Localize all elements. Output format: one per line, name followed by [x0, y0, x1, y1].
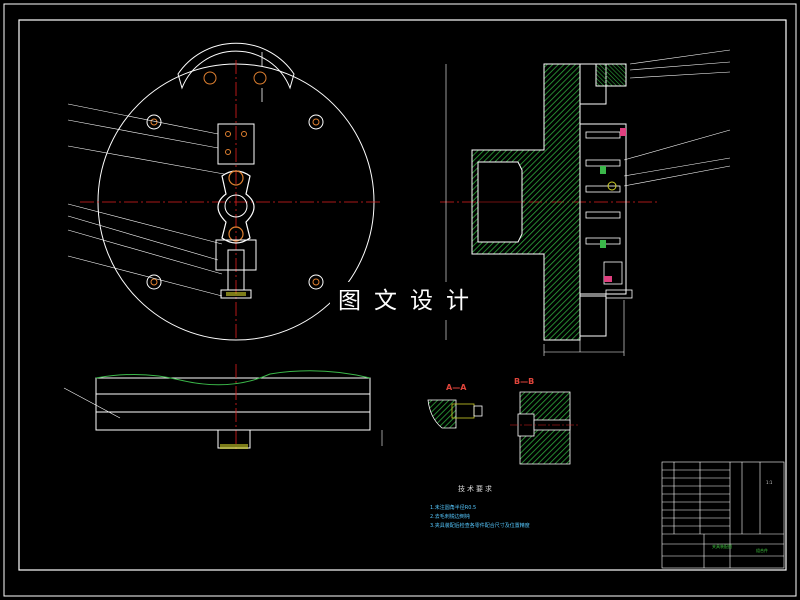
- title-block-material: 组合件: [756, 548, 768, 553]
- title-block-drawing-title: 夹具装配图: [712, 544, 732, 549]
- technical-note-2: 2.去毛刺锐边倒钝: [430, 514, 470, 520]
- section-label-b-b: B—B: [514, 377, 535, 386]
- title-block-scale: 1:1: [766, 480, 773, 485]
- watermark: 图文设计: [330, 282, 490, 320]
- technical-note-1: 1.未注圆角半径R0.5: [430, 505, 477, 511]
- section-label-a-a: A—A: [446, 383, 467, 392]
- technical-requirements-title: 技术要求: [458, 485, 494, 493]
- detail-a-a: [427, 399, 483, 429]
- technical-note-3: 3.夹具装配后检查各零件配合尺寸及位置精度: [430, 523, 530, 529]
- bottom-view: [63, 364, 383, 452]
- detail-b-b: [510, 391, 580, 465]
